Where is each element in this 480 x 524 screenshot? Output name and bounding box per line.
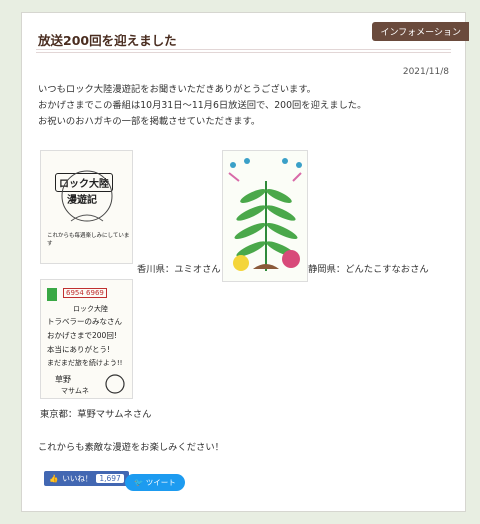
twitter-bird-icon: 🐦: [134, 478, 144, 487]
like-label: いいね！: [62, 474, 93, 483]
closing-text: これからも素敵な漫遊をお楽しみください！: [38, 442, 224, 453]
divider: [36, 49, 451, 53]
like-button[interactable]: 👍 いいね！ 1,697: [44, 471, 129, 486]
postcard-image-tokyo: 6954 6969 ロック大陸 トラベラーのみなさん おかげさまで200回! 本…: [40, 279, 133, 399]
post-title: 放送200回を迎えました: [38, 33, 177, 48]
like-count: 1,697: [96, 474, 124, 483]
tweet-button[interactable]: 🐦 ツイート: [125, 474, 185, 491]
postcard-text: 本当にありがとう!: [47, 345, 111, 354]
category-badge[interactable]: インフォメーション: [372, 22, 469, 41]
body-line-1: いつもロック大陸漫遊記をお聞きいただきありがとうございます。: [38, 84, 316, 95]
caption-tokyo: 東京都：草野マサムネさん: [40, 409, 152, 420]
postcard-text: まだまだ旅を続けよう!!: [47, 359, 123, 367]
post-card: 放送200回を迎えました インフォメーション 2021/11/8 いつもロック大…: [21, 12, 469, 512]
postcard-text: ロック大陸: [73, 305, 108, 313]
postcard-text: マサムネ: [61, 387, 89, 395]
body-line-2: おかげさまでこの番組は10月31日〜11月6日放送回で、200回を迎えました。: [38, 100, 367, 111]
thumbs-up-icon: 👍: [49, 474, 59, 483]
postcard-image-shizuoka: [222, 150, 308, 282]
tweet-label: ツイート: [145, 478, 176, 487]
postcard-drawing: [61, 170, 113, 222]
postcard-text: おかげさまで200回!: [47, 331, 117, 340]
postcard-text: 6954 6969: [63, 288, 107, 298]
postcard-image-kagawa: ロック大陸 漫遊記 これからも毎週楽しみにしています: [40, 150, 133, 264]
body-line-3: お祝いのおハガキの一部を掲載させていただきます。: [38, 116, 261, 127]
post-date: 2021/11/8: [402, 67, 449, 77]
plant-illustration: [223, 151, 307, 281]
postcard-text: 草野: [55, 375, 71, 384]
caption-shizuoka: 静岡県：どんたこすなおさん: [308, 264, 429, 275]
postcard-text: トラベラーのみなさん: [47, 317, 122, 326]
caption-kagawa: 香川県：ユミオさん: [137, 264, 221, 275]
